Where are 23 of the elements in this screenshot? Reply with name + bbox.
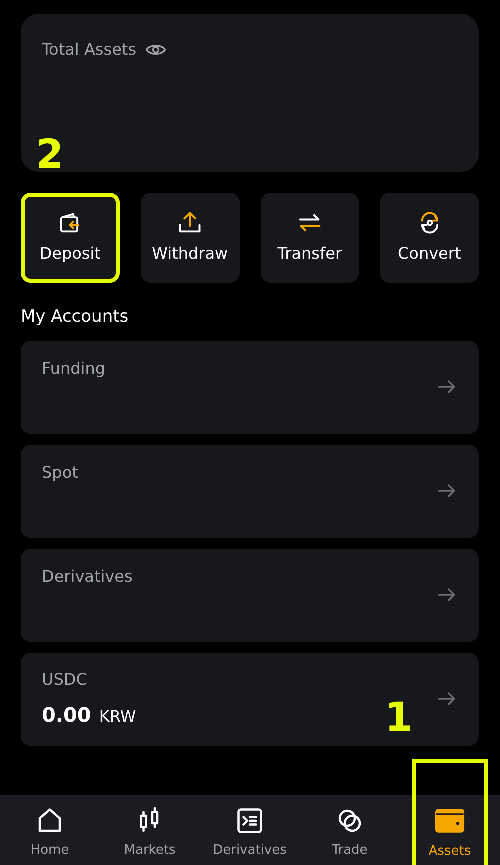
deposit-button[interactable]: Deposit (21, 193, 120, 283)
transfer-button[interactable]: Transfer (260, 193, 360, 283)
account-name: Spot (42, 462, 78, 484)
step-number: 2 (36, 135, 64, 175)
nav-tab[interactable]: Home (0, 795, 100, 865)
terminal-icon (235, 806, 265, 836)
account-card[interactable]: Derivatives (21, 548, 479, 642)
balance-amount: 0.00 (42, 702, 92, 729)
nav-tab[interactable]: Assets (416, 763, 484, 865)
currency-code: KRW (99, 706, 136, 728)
convert-button[interactable]: Convert (380, 193, 479, 283)
nav-tab[interactable]: Markets (100, 795, 200, 865)
account-name: USDC (42, 669, 88, 691)
account-name: Funding (42, 358, 106, 380)
step-number: 1 (385, 698, 413, 738)
account-name: Derivatives (42, 566, 133, 588)
total-assets-label: Total Assets (42, 39, 137, 61)
withdraw-button[interactable]: Withdraw (140, 193, 240, 283)
account-card[interactable]: Spot (21, 444, 479, 538)
section-title: My Accounts (21, 306, 130, 329)
nav-tab[interactable]: Trade (300, 795, 400, 865)
nav-tab[interactable]: Derivatives (200, 795, 300, 865)
account-card[interactable]: Funding (21, 340, 479, 434)
